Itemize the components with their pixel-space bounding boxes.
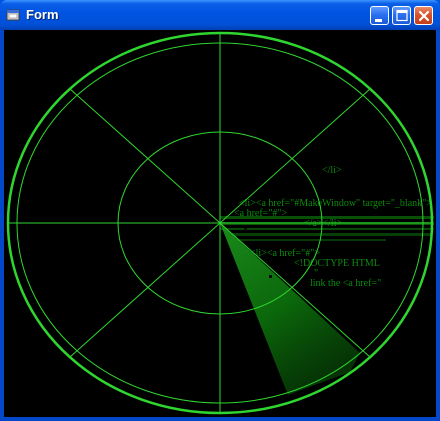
application-window: Form </li> <li><a href="#MakeWindow" tar…: [0, 0, 440, 421]
overlay-text: <!DOCTYPE HTML: [294, 258, 380, 269]
overlay-text: </li>: [322, 165, 342, 176]
maximize-icon: [396, 9, 408, 22]
radar-grid-lines: [8, 33, 432, 413]
window-title: Form: [26, 7, 59, 22]
overlay-text: link the <a href=": [310, 278, 381, 289]
radar-blip: [269, 275, 272, 278]
radar-canvas: </li> <li><a href="#MakeWindow" target="…: [6, 31, 434, 415]
title-bar[interactable]: Form: [0, 0, 440, 30]
overlay-text: <li><a href="#">: [250, 248, 320, 259]
maximize-button[interactable]: [392, 6, 411, 25]
app-window-icon: [6, 8, 21, 21]
window-border-right[interactable]: [436, 30, 440, 421]
radar-blip: [244, 228, 247, 231]
minimize-icon: [375, 19, 382, 22]
window-border-bottom[interactable]: [0, 417, 440, 421]
close-icon: [418, 10, 430, 22]
minimize-button[interactable]: [370, 6, 389, 25]
close-button[interactable]: [414, 6, 433, 25]
radar-display: </li> <li><a href="#MakeWindow" target="…: [4, 30, 436, 417]
